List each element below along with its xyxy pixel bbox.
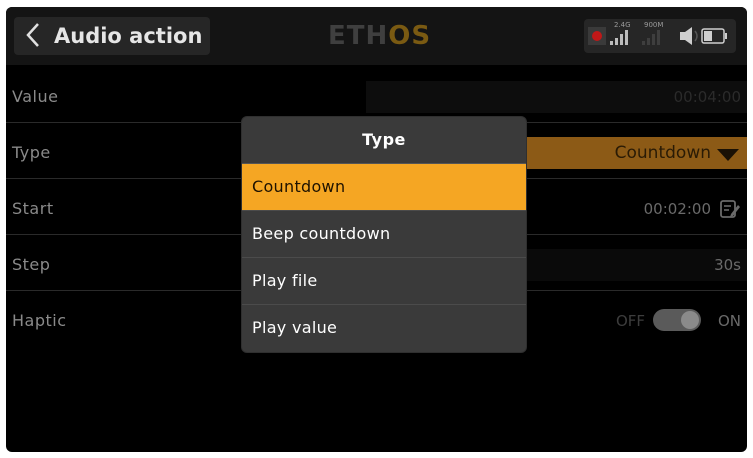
option-play-value[interactable]: Play value <box>242 305 526 351</box>
haptic-toggle[interactable] <box>653 309 701 331</box>
haptic-off-label: OFF <box>615 312 645 330</box>
row-label: Haptic <box>12 311 67 330</box>
value-field[interactable]: 00:04:00 <box>366 81 747 113</box>
toggle-knob <box>681 311 699 329</box>
option-play-file[interactable]: Play file <box>242 258 526 304</box>
ethos-logo: ETHOS <box>328 19 431 53</box>
header-bar: Audio action ETHOS 2.4G 900M <box>6 7 747 65</box>
row-value: Value 00:04:00 <box>6 71 747 123</box>
option-beep-countdown[interactable]: Beep countdown <box>242 211 526 257</box>
logo-prefix: ETH <box>328 21 389 51</box>
row-label: Step <box>12 255 51 274</box>
haptic-on-label: ON <box>717 312 741 330</box>
logo-suffix: OS <box>388 21 432 51</box>
page-title: Audio action <box>54 24 203 48</box>
step-field[interactable]: 30s <box>526 249 747 281</box>
edit-icon[interactable] <box>719 198 741 220</box>
back-icon[interactable] <box>22 20 46 50</box>
row-label: Start <box>12 199 54 218</box>
type-value: Countdown <box>614 143 711 163</box>
signal-icon-2 <box>642 30 660 45</box>
battery-icon <box>701 28 727 44</box>
row-label: Value <box>12 87 59 106</box>
popup-title: Type <box>362 130 406 149</box>
speaker-icon <box>680 27 698 45</box>
signal-icon <box>610 30 628 45</box>
screen: Audio action ETHOS 2.4G 900M Value 00:04… <box>6 7 747 452</box>
type-selection-popup: Type Countdown Beep countdown Play file … <box>242 117 526 352</box>
rf-band-label: 900M <box>644 21 664 29</box>
row-label: Type <box>12 143 51 162</box>
radio-band-label: 2.4G <box>614 21 631 29</box>
dropdown-arrow-icon <box>717 149 739 161</box>
option-countdown[interactable]: Countdown <box>242 164 526 210</box>
start-field[interactable]: 00:02:00 <box>526 193 747 225</box>
status-indicators: 2.4G 900M <box>584 19 736 53</box>
start-value: 00:02:00 <box>643 200 711 218</box>
